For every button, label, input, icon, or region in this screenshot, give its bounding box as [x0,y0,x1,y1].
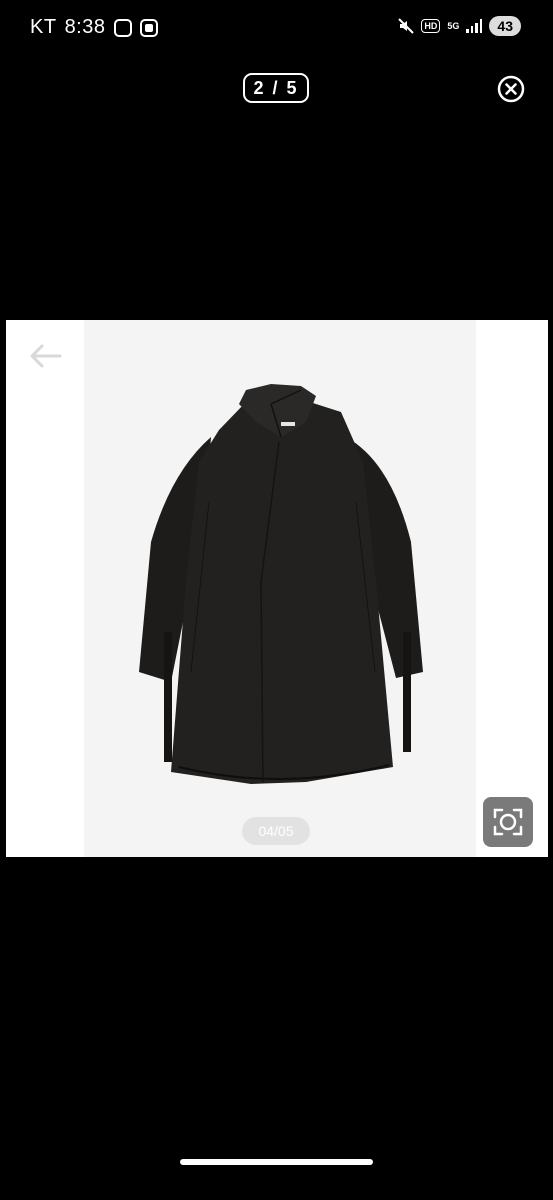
close-icon[interactable] [497,75,525,103]
mute-icon [398,18,415,34]
home-indicator[interactable] [180,1159,373,1165]
image-counter: 2 / 5 [243,73,309,103]
clock: 8:38 [64,16,106,38]
network-badge: 5G [447,21,460,31]
product-photo[interactable]: 04/05 [6,320,548,857]
screen-record-icon [113,18,132,37]
coat-image [139,384,423,784]
signal-icon [466,19,483,33]
notification-icon [139,18,158,37]
status-right: HD 5G 43 [398,16,521,36]
status-left: KT 8:38 [30,16,158,39]
hd-badge: HD [421,19,441,33]
camera-scan-icon [493,808,523,836]
arrow-left-icon [30,344,62,368]
camera-scan-button[interactable] [483,797,533,847]
page-indicator: 04/05 [242,817,310,845]
battery-indicator: 43 [489,16,521,36]
status-bar: KT 8:38 HD 5G 43 [0,0,553,56]
carrier-label: KT [30,16,57,38]
